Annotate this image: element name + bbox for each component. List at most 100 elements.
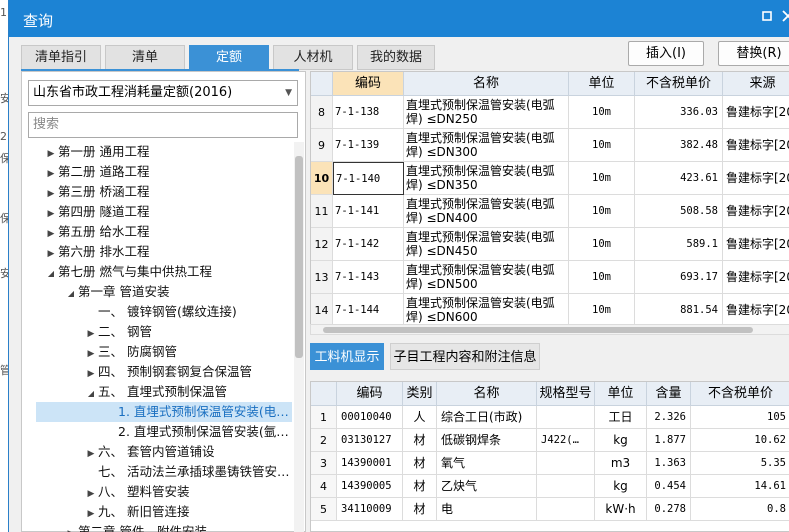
resource-cell-name[interactable]: 电 bbox=[437, 498, 537, 521]
collapsed-triangle-icon[interactable]: ▶ bbox=[84, 344, 98, 364]
tree-scrollbar[interactable] bbox=[294, 142, 304, 532]
quota-cell-code[interactable]: 7-1-141 bbox=[333, 195, 404, 228]
quota-cell-source[interactable]: 鲁建标字[201 bbox=[723, 96, 789, 129]
resource-grid-header[interactable] bbox=[311, 382, 337, 406]
quota-cell-code[interactable]: 7-1-139 bbox=[333, 129, 404, 162]
quota-cell-unit[interactable]: 10m bbox=[569, 228, 635, 261]
quota-cell-price[interactable]: 336.03 bbox=[635, 96, 723, 129]
collapsed-triangle-icon[interactable]: ▶ bbox=[84, 444, 98, 464]
resource-cell-price[interactable]: 10.62 bbox=[691, 429, 789, 452]
resource-cell-no[interactable]: 3 bbox=[311, 452, 337, 475]
tree-item[interactable]: ▶ 二、 钢管 bbox=[22, 322, 292, 342]
quota-grid-header[interactable]: 不含税单价 bbox=[635, 72, 723, 96]
resource-grid-header[interactable]: 单位 bbox=[595, 382, 647, 406]
quota-cell-no[interactable]: 8 bbox=[311, 96, 333, 129]
quota-cell-code[interactable]: 7-1-143 bbox=[333, 261, 404, 294]
quota-cell-no[interactable]: 12 bbox=[311, 228, 333, 261]
tab-4[interactable]: 人材机 bbox=[273, 45, 353, 70]
resource-cell-type[interactable]: 材 bbox=[403, 498, 437, 521]
detail-tab-1[interactable]: 工料机显示 bbox=[310, 343, 384, 370]
tree-item[interactable]: ▶ 六、 套管内管道铺设 bbox=[22, 442, 292, 462]
collapsed-triangle-icon[interactable]: ▶ bbox=[64, 524, 78, 532]
resource-cell-spec[interactable] bbox=[537, 475, 595, 498]
expanded-triangle-icon[interactable]: ◢ bbox=[44, 264, 58, 284]
table-row[interactable]: 13 7-1-143 直埋式预制保温管安装(电弧焊) ≤DN500 10m 693.17… bbox=[311, 261, 789, 294]
quota-cell-unit[interactable]: 10m bbox=[569, 294, 635, 325]
tree-item[interactable]: ▶ 第五册 给水工程 bbox=[22, 222, 292, 242]
table-row[interactable]: 12 7-1-142 直埋式预制保温管安装(电弧焊) ≤DN450 10m 589.1 鲁… bbox=[311, 228, 789, 261]
resource-cell-spec[interactable] bbox=[537, 406, 595, 429]
quota-grid-header[interactable]: 单位 bbox=[569, 72, 635, 96]
tab-1[interactable]: 清单指引 bbox=[21, 45, 101, 70]
quota-cell-name[interactable]: 直埋式预制保温管安装(电弧焊) ≤DN250 bbox=[404, 96, 569, 129]
quota-cell-name[interactable]: 直埋式预制保温管安装(电弧焊) ≤DN500 bbox=[404, 261, 569, 294]
resource-grid-header[interactable]: 含量 bbox=[647, 382, 691, 406]
table-row[interactable]: 8 7-1-138 直埋式预制保温管安装(电弧焊) ≤DN250 10m 336.03 鲁… bbox=[311, 96, 789, 129]
collapsed-triangle-icon[interactable]: ▶ bbox=[44, 144, 58, 164]
resource-cell-spec[interactable]: J422(… bbox=[537, 429, 595, 452]
resource-cell-no[interactable]: 1 bbox=[311, 406, 337, 429]
tree-item[interactable]: ▶ 第二册 道路工程 bbox=[22, 162, 292, 182]
tree-item[interactable]: ◢ 第一章 管道安装 bbox=[22, 282, 292, 302]
collapsed-triangle-icon[interactable]: ▶ bbox=[44, 224, 58, 244]
quota-grid-hscroll[interactable] bbox=[310, 324, 789, 335]
quota-cell-source[interactable]: 鲁建标字[201 bbox=[723, 195, 789, 228]
collapsed-triangle-icon[interactable]: ▶ bbox=[44, 164, 58, 184]
quota-cell-price[interactable]: 589.1 bbox=[635, 228, 723, 261]
quota-cell-name[interactable]: 直埋式预制保温管安装(电弧焊) ≤DN400 bbox=[404, 195, 569, 228]
resource-cell-code[interactable]: 14390005 bbox=[337, 475, 403, 498]
table-row[interactable]: 14 7-1-144 直埋式预制保温管安装(电弧焊) ≤DN600 10m 881.54… bbox=[311, 294, 789, 325]
table-row[interactable]: 9 7-1-139 直埋式预制保温管安装(电弧焊) ≤DN300 10m 382.48 鲁… bbox=[311, 129, 789, 162]
collapsed-triangle-icon[interactable]: ▶ bbox=[44, 204, 58, 224]
resource-cell-type[interactable]: 材 bbox=[403, 475, 437, 498]
table-row[interactable]: 11 7-1-141 直埋式预制保温管安装(电弧焊) ≤DN400 10m 508.58… bbox=[311, 195, 789, 228]
resource-cell-qty[interactable]: 1.363 bbox=[647, 452, 691, 475]
tree-item[interactable]: ◢ 第七册 燃气与集中供热工程 bbox=[22, 262, 292, 282]
quota-cell-unit[interactable]: 10m bbox=[569, 261, 635, 294]
tree-item[interactable]: ◢ 五、 直埋式预制保温管 bbox=[22, 382, 292, 402]
resource-cell-name[interactable]: 氧气 bbox=[437, 452, 537, 475]
quota-cell-price[interactable]: 423.61 bbox=[635, 162, 723, 195]
resource-cell-no[interactable]: 5 bbox=[311, 498, 337, 521]
quota-cell-name[interactable]: 直埋式预制保温管安装(电弧焊) ≤DN450 bbox=[404, 228, 569, 261]
quota-cell-no[interactable]: 11 bbox=[311, 195, 333, 228]
quota-cell-name[interactable]: 直埋式预制保温管安装(电弧焊) ≤DN350 bbox=[404, 162, 569, 195]
tree-item[interactable]: 一、 镀锌钢管(螺纹连接) bbox=[22, 302, 292, 322]
resource-cell-unit[interactable]: kW·h bbox=[595, 498, 647, 521]
tree-item[interactable]: ▶ 第六册 排水工程 bbox=[22, 242, 292, 262]
resource-cell-no[interactable]: 2 bbox=[311, 429, 337, 452]
restore-icon[interactable] bbox=[758, 9, 776, 27]
resource-grid-header[interactable]: 不含税单价 bbox=[691, 382, 789, 406]
quota-cell-no[interactable]: 14 bbox=[311, 294, 333, 325]
resource-cell-code[interactable]: 00010040 bbox=[337, 406, 403, 429]
quota-grid-hscroll-thumb[interactable] bbox=[323, 327, 753, 333]
library-select[interactable]: 山东省市政工程消耗量定额(2016) ▼ bbox=[28, 80, 298, 106]
quota-cell-no[interactable]: 13 bbox=[311, 261, 333, 294]
collapsed-triangle-icon[interactable]: ▶ bbox=[44, 184, 58, 204]
collapsed-triangle-icon[interactable]: ▶ bbox=[84, 504, 98, 524]
quota-cell-no[interactable]: 9 bbox=[311, 129, 333, 162]
quota-cell-no[interactable]: 10 bbox=[311, 162, 333, 195]
tree-item[interactable]: ▶ 八、 塑料管安装 bbox=[22, 482, 292, 502]
quota-cell-source[interactable]: 鲁建标字[201 bbox=[723, 129, 789, 162]
quota-grid-header[interactable]: 名称 bbox=[404, 72, 569, 96]
resource-cell-price[interactable]: 5.35 bbox=[691, 452, 789, 475]
quota-cell-code[interactable]: 7-1-140 bbox=[333, 162, 404, 195]
quota-cell-unit[interactable]: 10m bbox=[569, 162, 635, 195]
quota-cell-unit[interactable]: 10m bbox=[569, 129, 635, 162]
tab-3[interactable]: 定额 bbox=[189, 45, 269, 70]
resource-cell-unit[interactable]: m3 bbox=[595, 452, 647, 475]
quota-cell-unit[interactable]: 10m bbox=[569, 96, 635, 129]
resource-cell-name[interactable]: 乙炔气 bbox=[437, 475, 537, 498]
quota-cell-source[interactable]: 鲁建标字[201 bbox=[723, 294, 789, 325]
quota-cell-source[interactable]: 鲁建标字[201 bbox=[723, 228, 789, 261]
tree-item[interactable]: ▶第二章 管件、附件安装 bbox=[22, 522, 292, 532]
detail-tab-2[interactable]: 子目工程内容和附注信息 bbox=[390, 343, 540, 370]
resource-cell-qty[interactable]: 0.278 bbox=[647, 498, 691, 521]
quota-cell-price[interactable]: 508.58 bbox=[635, 195, 723, 228]
insert-button[interactable]: 插入(I) bbox=[628, 41, 704, 66]
resource-cell-no[interactable]: 4 bbox=[311, 475, 337, 498]
resource-cell-code[interactable]: 03130127 bbox=[337, 429, 403, 452]
tree-scrollbar-thumb[interactable] bbox=[295, 156, 303, 358]
quota-cell-source[interactable]: 鲁建标字[201 bbox=[723, 261, 789, 294]
